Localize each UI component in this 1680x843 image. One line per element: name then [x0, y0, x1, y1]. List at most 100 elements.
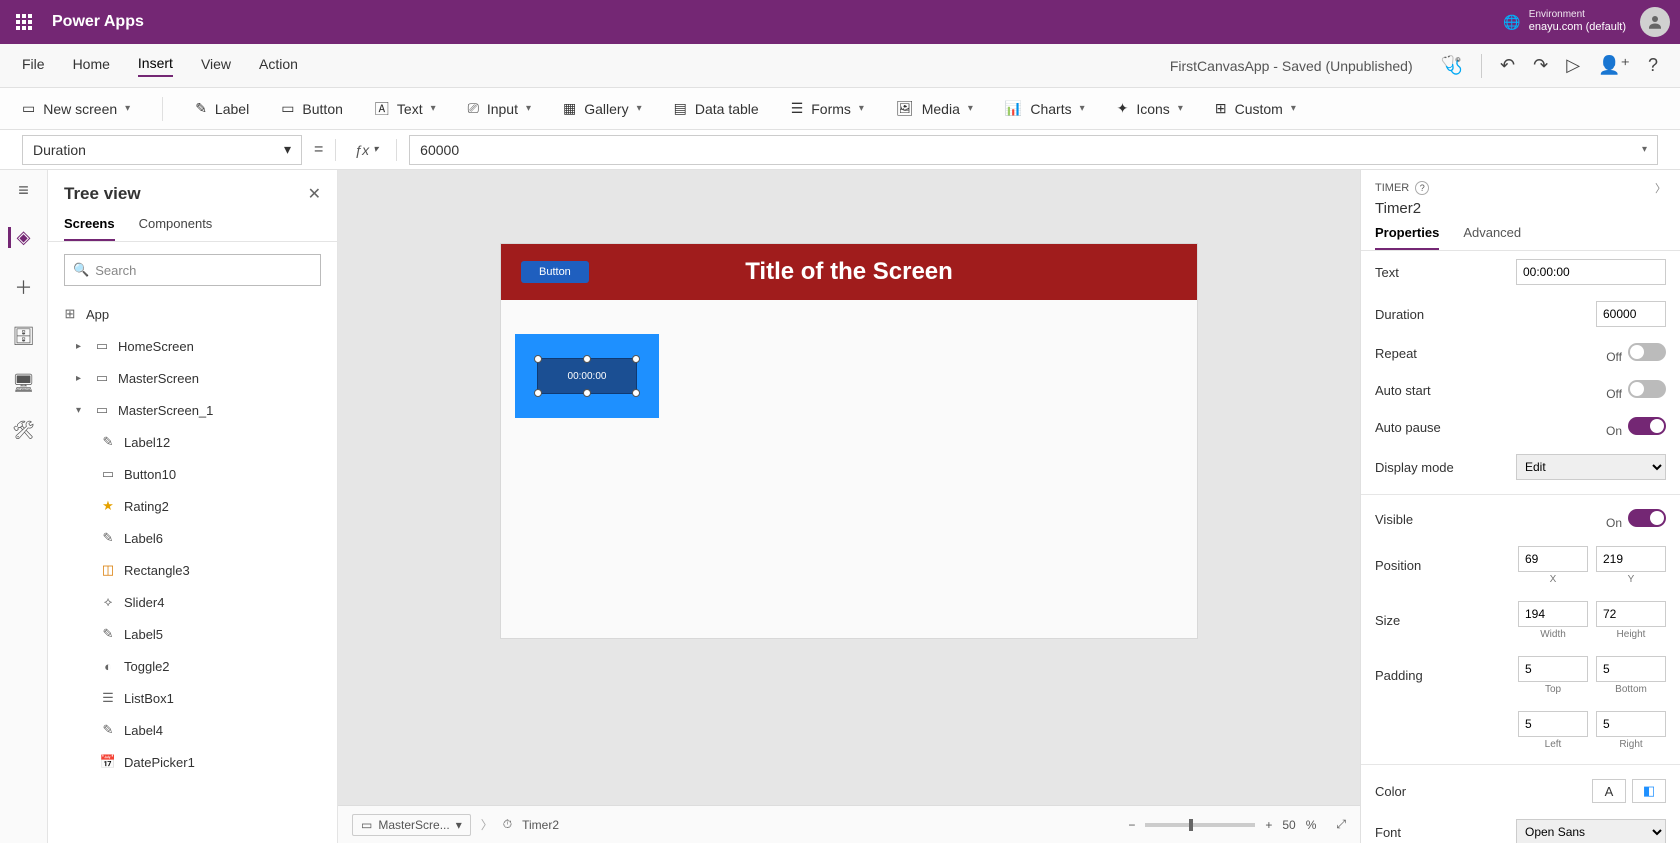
tree-item[interactable]: ✎Label5 [48, 618, 337, 650]
insert-forms[interactable]: ☰Forms▾ [791, 100, 864, 117]
tab-advanced[interactable]: Advanced [1463, 225, 1521, 250]
tree-item[interactable]: ▾▭MasterScreen_1 [48, 394, 337, 426]
insert-datatable[interactable]: ▤Data table [674, 100, 759, 117]
share-icon[interactable]: 👤⁺ [1598, 55, 1630, 76]
property-selector[interactable]: Duration ▾ [22, 135, 302, 165]
prop-width-input[interactable] [1518, 601, 1588, 627]
tree-item[interactable]: ✎Label4 [48, 714, 337, 746]
menu-action[interactable]: Action [259, 56, 298, 76]
insert-label[interactable]: ✎Label [195, 100, 249, 117]
tree-item[interactable]: ▭Button10 [48, 458, 337, 490]
menu-file[interactable]: File [22, 56, 45, 76]
insert-custom[interactable]: ⊞Custom▾ [1215, 100, 1296, 117]
prop-pad-right-input[interactable] [1596, 711, 1666, 737]
tab-components[interactable]: Components [139, 216, 213, 241]
resize-handle[interactable] [534, 355, 542, 363]
help-icon[interactable]: ? [1648, 55, 1658, 76]
tree-item[interactable]: 📅DatePicker1 [48, 746, 337, 778]
design-canvas[interactable]: Button Title of the Screen 00:00:00 [501, 244, 1197, 638]
properties-panel: TIMER ? 〉 Timer2 Properties Advanced Tex… [1360, 170, 1680, 843]
prop-autopause-toggle[interactable] [1628, 417, 1666, 435]
prop-fill-color[interactable]: ◧ [1632, 779, 1666, 803]
environment-picker[interactable]: Environment enayu.com (default) [1529, 9, 1626, 34]
redo-icon[interactable]: ↷ [1533, 55, 1548, 76]
menu-home[interactable]: Home [73, 56, 110, 76]
menu-view[interactable]: View [201, 56, 231, 76]
form-icon: ☰ [791, 100, 804, 117]
waffle-icon[interactable] [10, 8, 38, 36]
resize-handle[interactable] [632, 389, 640, 397]
prop-font-select[interactable]: Open Sans [1516, 819, 1666, 843]
tree-item[interactable]: ✎Label12 [48, 426, 337, 458]
new-screen-button[interactable]: ▭ New screen▾ [22, 100, 130, 117]
prop-x-input[interactable] [1518, 546, 1588, 572]
tree-item[interactable]: ◐Toggle2 [48, 650, 337, 682]
insert-button[interactable]: ▭Button [281, 100, 343, 117]
menu-insert[interactable]: Insert [138, 55, 173, 77]
breadcrumb-control[interactable]: Timer2 [522, 818, 559, 832]
breadcrumb-screen[interactable]: ▭ MasterScre... ▾ [352, 814, 471, 836]
treeview-icon[interactable]: ◈ [8, 227, 31, 248]
prop-font-color[interactable]: A [1592, 779, 1626, 803]
undo-icon[interactable]: ↶ [1500, 55, 1515, 76]
insert-icons[interactable]: ✦Icons▾ [1117, 100, 1183, 117]
prop-height-input[interactable] [1596, 601, 1666, 627]
prop-pad-left-input[interactable] [1518, 711, 1588, 737]
tab-screens[interactable]: Screens [64, 216, 115, 241]
zoom-in-icon[interactable]: + [1265, 818, 1272, 832]
hamburger-icon[interactable]: ≡ [18, 180, 29, 201]
tree-item[interactable]: ▸▭HomeScreen [48, 330, 337, 362]
canvas-area: Button Title of the Screen 00:00:00 [338, 170, 1360, 843]
tree-item[interactable]: ★Rating2 [48, 490, 337, 522]
prop-repeat-toggle[interactable] [1628, 343, 1666, 361]
tree-item[interactable]: ✎Label6 [48, 522, 337, 554]
tree-view-title: Tree view [64, 184, 141, 204]
tree-item[interactable]: ☰ListBox1 [48, 682, 337, 714]
app-title: Power Apps [52, 13, 144, 31]
chevron-right-icon[interactable]: 〉 [1655, 180, 1666, 196]
app-checker-icon[interactable]: 🩺 [1441, 55, 1463, 76]
fx-button[interactable]: ƒx▾ [348, 142, 384, 158]
tree-item[interactable]: ⊞App [48, 298, 337, 330]
insert-media[interactable]: 🖼Media▾ [896, 100, 973, 117]
insert-text[interactable]: 🄰Text▾ [375, 99, 436, 119]
media-rail-icon[interactable]: 🖥 [12, 373, 35, 394]
insert-charts[interactable]: 📊Charts▾ [1005, 100, 1085, 117]
prop-y-input[interactable] [1596, 546, 1666, 572]
close-icon[interactable]: ✕ [308, 184, 321, 204]
resize-handle[interactable] [583, 389, 591, 397]
prop-autostart-toggle[interactable] [1628, 380, 1666, 398]
tree-item[interactable]: ▸▭MasterScreen [48, 362, 337, 394]
formula-input[interactable]: 60000 ▾ [409, 135, 1658, 165]
info-icon[interactable]: ? [1415, 181, 1429, 195]
tab-properties[interactable]: Properties [1375, 225, 1439, 250]
timer-control[interactable]: 00:00:00 [537, 358, 637, 394]
data-icon[interactable]: 🗄 [12, 326, 35, 347]
fit-icon[interactable]: ⤢ [1336, 817, 1346, 832]
prop-pad-top-input[interactable] [1518, 656, 1588, 682]
prop-pad-bottom-input[interactable] [1596, 656, 1666, 682]
resize-handle[interactable] [583, 355, 591, 363]
prop-visible-toggle[interactable] [1628, 509, 1666, 527]
tools-icon[interactable]: 🛠 [12, 420, 35, 441]
canvas-button[interactable]: Button [521, 261, 589, 283]
tree-item[interactable]: ◫Rectangle3 [48, 554, 337, 586]
resize-handle[interactable] [534, 389, 542, 397]
globe-icon: 🌐 [1503, 14, 1520, 31]
resize-handle[interactable] [632, 355, 640, 363]
tree-search-input[interactable]: 🔍 Search [64, 254, 321, 286]
insert-gallery[interactable]: ▦Gallery▾ [563, 100, 642, 117]
zoom-out-icon[interactable]: − [1128, 818, 1135, 832]
chevron-down-icon: ▾ [1642, 144, 1647, 155]
prop-text-input[interactable] [1516, 259, 1666, 285]
prop-displaymode-select[interactable]: Edit [1516, 454, 1666, 480]
prop-duration-label: Duration [1375, 307, 1424, 322]
tree-item[interactable]: ⟡Slider4 [48, 586, 337, 618]
timer-container[interactable]: 00:00:00 [515, 334, 659, 418]
user-avatar[interactable] [1640, 7, 1670, 37]
add-icon[interactable]: ＋ [15, 274, 33, 300]
insert-input[interactable]: ⎚Input▾ [468, 100, 531, 117]
prop-duration-input[interactable] [1596, 301, 1666, 327]
zoom-slider[interactable] [1145, 823, 1255, 827]
play-icon[interactable]: ▷ [1566, 55, 1580, 76]
